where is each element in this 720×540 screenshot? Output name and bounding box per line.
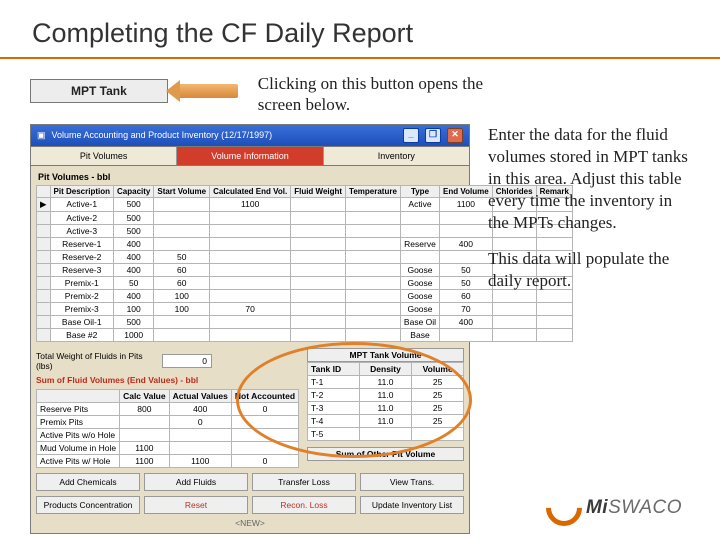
close-button[interactable]: ✕	[447, 128, 463, 143]
col-start-volume: Start Volume	[154, 185, 210, 197]
table-row: Premix Pits0	[37, 415, 299, 428]
arrow-icon	[178, 84, 238, 98]
table-row: Active Pits w/o Hole	[37, 428, 299, 441]
col-description: Pit Description	[50, 185, 113, 197]
window-title: Volume Accounting and Product Inventory …	[52, 130, 397, 140]
add-fluids-button[interactable]: Add Fluids	[144, 473, 248, 491]
total-weight-value: 0	[162, 354, 212, 368]
col-capacity: Capacity	[114, 185, 154, 197]
inventory-window: ▣ Volume Accounting and Product Inventor…	[30, 124, 470, 534]
logo-mi: Mi	[586, 497, 608, 518]
col-temperature: Temperature	[346, 185, 401, 197]
mpt-tank-button[interactable]: MPT Tank	[30, 79, 168, 103]
tab-bar: Pit Volumes Volume Information Inventory	[30, 146, 470, 165]
sum-other-header: Sum of Other Pit Volume	[307, 447, 464, 461]
lead-text: Clicking on this button opens the screen…	[258, 73, 488, 116]
table-row: Active Pits w/ Hole110011000	[37, 454, 299, 467]
tab-volume-information[interactable]: Volume Information	[177, 147, 323, 165]
col-end-volume: End Volume	[440, 185, 493, 197]
recon-loss-button[interactable]: Recon. Loss	[252, 496, 356, 514]
table-row: Mud Volume in Hole1100	[37, 441, 299, 454]
col-fluid-weight: Fluid Weight	[291, 185, 346, 197]
slide-title: Completing the CF Daily Report	[32, 18, 690, 49]
minimize-button[interactable]: _	[403, 128, 419, 143]
maximize-button[interactable]: ❐	[425, 128, 441, 143]
app-icon: ▣	[37, 130, 46, 141]
total-weight-label: Total Weight of Fluids in Pits (lbs)	[36, 351, 156, 371]
title-rule	[0, 57, 720, 59]
window-titlebar: ▣ Volume Accounting and Product Inventor…	[30, 124, 470, 146]
tab-inventory[interactable]: Inventory	[324, 147, 469, 165]
col-calc-end-vol: Calculated End Vol.	[210, 185, 291, 197]
view-trans-button[interactable]: View Trans.	[360, 473, 464, 491]
add-chemicals-button[interactable]: Add Chemicals	[36, 473, 140, 491]
instruction-text: Enter the data for the fluid volumes sto…	[488, 124, 690, 534]
mpt-header: MPT Tank Volume	[307, 348, 464, 362]
reset-button[interactable]: Reset	[144, 496, 248, 514]
sfv-table: Calc ValueActual ValuesNot Accounted Res…	[36, 389, 299, 468]
miswaco-logo: MiSWACO	[546, 490, 682, 526]
table-row[interactable]: T-5	[308, 427, 464, 440]
instruction-p2: This data will populate the daily report…	[488, 248, 690, 292]
col-type: Type	[400, 185, 439, 197]
table-row: Reserve Pits8004000	[37, 402, 299, 415]
logo-crescent-icon	[538, 483, 589, 534]
table-row[interactable]: T-111.025	[308, 375, 464, 388]
mpt-tank-table[interactable]: Tank IDDensityVolume T-111.025 T-211.025…	[307, 362, 464, 441]
products-concentration-button[interactable]: Products Concentration	[36, 496, 140, 514]
transfer-loss-button[interactable]: Transfer Loss	[252, 473, 356, 491]
status-readonly: <NEW>	[36, 518, 464, 528]
update-inventory-button[interactable]: Update Inventory List	[360, 496, 464, 514]
tab-pit-volumes[interactable]: Pit Volumes	[31, 147, 177, 165]
logo-swaco: SWACO	[608, 497, 682, 518]
section-pit-volumes: Pit Volumes - bbl	[38, 172, 464, 182]
instruction-p1: Enter the data for the fluid volumes sto…	[488, 124, 690, 234]
table-row[interactable]: T-311.025	[308, 401, 464, 414]
table-row[interactable]: T-411.025	[308, 414, 464, 427]
table-row[interactable]: T-211.025	[308, 388, 464, 401]
col-marker	[37, 185, 51, 197]
sfv-header: Sum of Fluid Volumes (End Values) - bbl	[36, 375, 299, 385]
